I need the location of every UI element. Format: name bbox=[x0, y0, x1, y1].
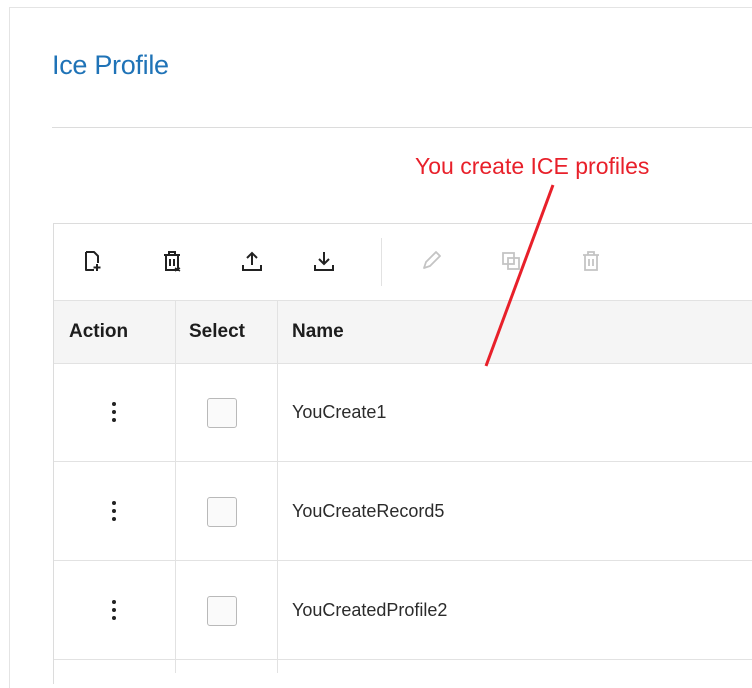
row-actions-menu[interactable] bbox=[104, 363, 124, 461]
row-name: YouCreateRecord5 bbox=[292, 500, 445, 521]
table-header-row: Action Select Name bbox=[54, 300, 752, 364]
more-vertical-icon bbox=[112, 600, 116, 620]
delete-selected-button[interactable] bbox=[159, 241, 185, 281]
table-row[interactable]: YouCreate1 bbox=[54, 363, 752, 462]
delete-selected-icon bbox=[164, 251, 181, 272]
delete-button[interactable] bbox=[578, 241, 604, 281]
page-title: Ice Profile bbox=[52, 50, 169, 80]
create-button[interactable] bbox=[79, 241, 105, 281]
title-divider bbox=[52, 127, 752, 128]
upload-button[interactable] bbox=[239, 241, 265, 281]
delete-icon bbox=[583, 251, 599, 271]
edit-button[interactable] bbox=[418, 241, 444, 281]
row-actions-menu[interactable] bbox=[104, 462, 124, 560]
table-row[interactable]: YouCreatedProfile2 bbox=[54, 561, 752, 660]
more-vertical-icon bbox=[112, 402, 116, 422]
edit-icon bbox=[423, 251, 441, 269]
row-select-checkbox[interactable] bbox=[207, 398, 237, 428]
download-icon bbox=[314, 252, 334, 271]
toolbar-separator bbox=[381, 238, 382, 286]
table-toolbar bbox=[54, 224, 752, 299]
upload-icon bbox=[242, 251, 262, 271]
create-icon bbox=[85, 251, 101, 271]
download-button[interactable] bbox=[311, 241, 337, 281]
row-select-checkbox[interactable] bbox=[207, 596, 237, 626]
column-header-select[interactable]: Select bbox=[189, 301, 245, 363]
row-actions-menu[interactable] bbox=[104, 561, 124, 659]
annotation-label: You create ICE profiles bbox=[415, 153, 650, 179]
duplicate-icon bbox=[502, 252, 520, 270]
more-vertical-icon bbox=[112, 501, 116, 521]
column-header-action[interactable]: Action bbox=[69, 301, 128, 363]
duplicate-button[interactable] bbox=[498, 241, 524, 281]
row-select-checkbox[interactable] bbox=[207, 497, 237, 527]
row-name: YouCreatedProfile2 bbox=[292, 599, 448, 620]
table-row[interactable]: YouCreateRecord5 bbox=[54, 462, 752, 561]
row-name: YouCreate1 bbox=[292, 401, 387, 422]
column-header-name[interactable]: Name bbox=[292, 301, 344, 363]
